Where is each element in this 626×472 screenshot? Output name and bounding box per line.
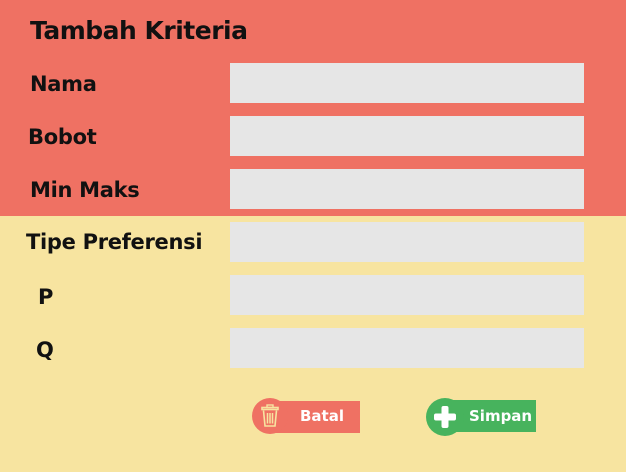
cancel-button-label: Batal: [300, 407, 344, 425]
min-maks-label: Min Maks: [30, 178, 140, 202]
cancel-button[interactable]: Batal: [252, 398, 360, 434]
q-field[interactable]: [230, 328, 584, 368]
tipe-preferensi-field[interactable]: [230, 222, 584, 262]
tipe-preferensi-label: Tipe Preferensi: [26, 230, 203, 254]
plus-icon: [426, 398, 464, 436]
nama-label: Nama: [30, 72, 97, 96]
bobot-field[interactable]: [230, 116, 584, 156]
trash-icon: [252, 398, 288, 434]
bobot-label: Bobot: [28, 125, 97, 149]
q-label: Q: [36, 338, 54, 362]
save-button[interactable]: Simpan: [426, 398, 536, 436]
form-title: Tambah Kriteria: [30, 16, 248, 45]
nama-field[interactable]: [230, 63, 584, 103]
save-button-label: Simpan: [469, 407, 533, 425]
min-maks-field[interactable]: [230, 169, 584, 209]
p-label: P: [38, 285, 54, 309]
p-field[interactable]: [230, 275, 584, 315]
